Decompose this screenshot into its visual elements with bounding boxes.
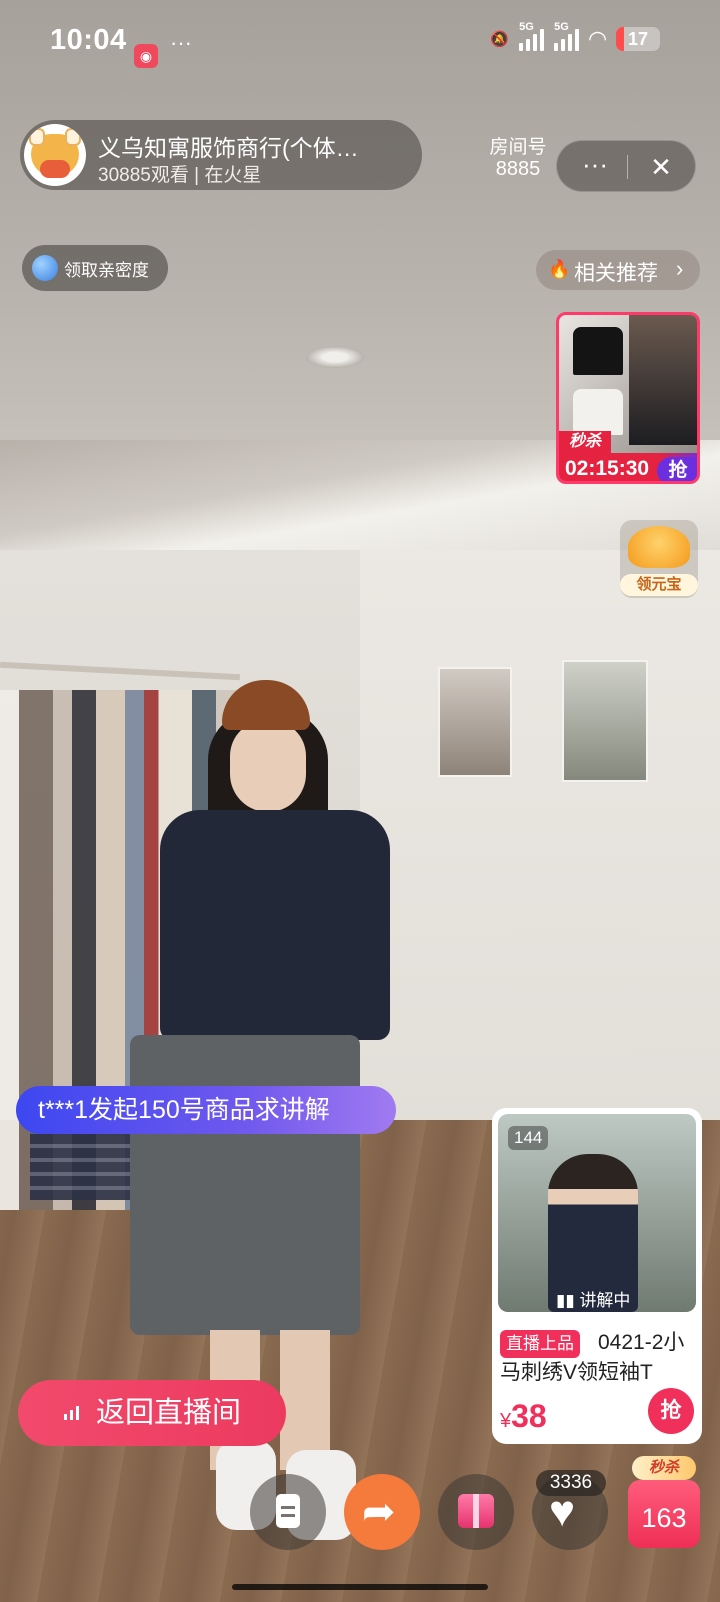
price-currency: ¥: [500, 1410, 512, 1432]
close-icon[interactable]: ✕: [641, 149, 681, 185]
share-button[interactable]: ➦: [344, 1474, 420, 1550]
related-label: 相关推荐: [574, 262, 658, 285]
related-recommend-button[interactable]: 🔥 相关推荐 ›: [536, 250, 700, 290]
gold-ingot-icon: [628, 526, 690, 568]
product-card[interactable]: 144 ▮▮ 讲解中 0421-2小马刺绣V领短袖T 直播上品 ¥38 抢: [492, 1108, 702, 1444]
return-label: 返回直播间: [96, 1397, 242, 1429]
buy-button[interactable]: 抢: [648, 1388, 694, 1434]
like-count: 3336: [536, 1470, 606, 1496]
cart-count: 163: [628, 1480, 700, 1548]
intimacy-label: 领取亲密度: [64, 261, 149, 280]
return-to-live-button[interactable]: 返回直播间: [18, 1380, 286, 1446]
host-avatar[interactable]: [24, 124, 86, 186]
host-info[interactable]: 义乌知寓服饰商行(个体… 30885观看 | 在火星: [20, 120, 422, 190]
price-value: 38: [511, 1398, 547, 1434]
flash-sale-countdown: 02:15:30: [565, 457, 650, 480]
wall-photo: [438, 667, 512, 777]
status-bar: 10:04 ◉ ··· 🔕 5G 5G ◠ 17: [0, 18, 720, 68]
battery-icon: 17: [616, 27, 660, 51]
more-icon[interactable]: ···: [573, 151, 617, 183]
room-number: 8885: [495, 158, 541, 180]
signal-icon: 5G: [554, 21, 580, 51]
model-tshirt: [160, 810, 390, 1040]
room-label: 房间号: [489, 137, 547, 158]
seckill-badge: 秒杀: [632, 1456, 696, 1480]
product-index: 144: [508, 1126, 549, 1150]
status-icons: 🔕 5G 5G ◠ 17: [490, 21, 660, 52]
explaining-label: ▮▮ 讲解中: [556, 1291, 631, 1310]
intimacy-button[interactable]: 领取亲密度: [22, 245, 168, 291]
wall-photo: [562, 660, 648, 782]
host-name: 义乌知寓服饰商行(个体…: [98, 135, 359, 161]
status-time: 10:04: [50, 24, 127, 56]
divider: [627, 155, 628, 179]
product-thumbnail[interactable]: 144 ▮▮ 讲解中: [498, 1114, 696, 1312]
home-indicator[interactable]: [232, 1584, 488, 1590]
product-price: ¥38: [500, 1398, 547, 1435]
product-image: [573, 327, 623, 375]
model-face: [230, 720, 306, 812]
share-arrow-icon: ➦: [362, 1490, 396, 1534]
window-controls: ··· ✕: [556, 140, 696, 192]
viewer-count: 30885观看 | 在火星: [98, 165, 262, 186]
product-list-button[interactable]: [250, 1474, 326, 1550]
audio-bars-icon: [64, 1406, 79, 1420]
signal-icon: 5G: [519, 21, 545, 51]
wall: [360, 520, 720, 1140]
bull-snout: [40, 160, 70, 178]
seckill-cart-button[interactable]: 秒杀 163: [628, 1456, 700, 1550]
yuanbao-label: 领元宝: [620, 574, 698, 596]
flame-icon: 🔥: [548, 259, 571, 279]
product-image: [573, 389, 623, 435]
product-image: [629, 315, 697, 445]
flash-sale-grab-button[interactable]: 抢: [657, 457, 697, 481]
gem-icon: [32, 255, 58, 281]
gift-icon: [458, 1494, 494, 1528]
gift-button[interactable]: [438, 1474, 514, 1550]
model-leg: [280, 1330, 330, 1470]
flash-sale-card[interactable]: 秒杀 02:15:30 抢: [556, 312, 700, 484]
mute-icon: 🔕: [490, 31, 510, 48]
flash-sale-tag: 秒杀: [559, 431, 611, 453]
clipboard-icon: [276, 1494, 300, 1528]
model-shorts: [130, 1035, 360, 1335]
live-product-tag: 直播上品: [500, 1330, 580, 1358]
yuanbao-button[interactable]: 领元宝: [620, 520, 698, 598]
explain-request-banner: t***1发起150号商品求讲解: [16, 1086, 396, 1134]
app-notification-icon: ◉: [134, 44, 158, 68]
model-cap: [222, 680, 310, 730]
battery-level: 17: [627, 29, 649, 49]
chevron-right-icon: ›: [676, 256, 684, 281]
ceiling-light: [306, 346, 364, 368]
status-more: ···: [170, 30, 192, 55]
wifi-icon: ◠: [589, 26, 606, 51]
